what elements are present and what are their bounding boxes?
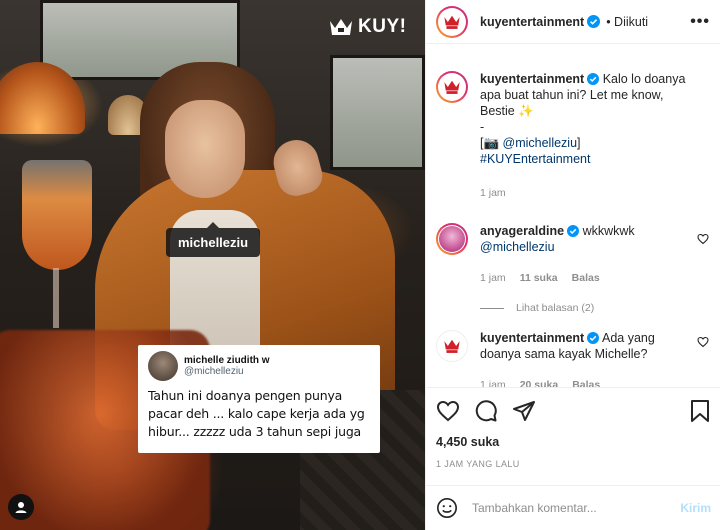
comment-avatar[interactable] — [436, 223, 468, 255]
comments-list[interactable]: kuyentertainment Kalo lo doanya apa buat… — [426, 45, 720, 387]
author-avatar[interactable] — [436, 5, 468, 38]
like-comment-heart-icon[interactable] — [697, 233, 709, 245]
person-face — [165, 100, 245, 198]
view-replies[interactable]: Lihat balasan (2) — [480, 302, 711, 314]
caption-dash: - — [480, 120, 485, 134]
kuy-crown-logo-icon — [444, 15, 460, 29]
emoji-smiley-icon[interactable] — [436, 497, 458, 519]
comment-composer: Tambahkan komentar... Kirim — [426, 485, 720, 530]
comment-bubble-icon[interactable] — [474, 399, 498, 423]
tweet-screenshot: michelle ziudith w @michelleziu Tahun in… — [138, 345, 380, 453]
comment-mention[interactable]: @michelleziu — [480, 240, 555, 254]
replies-divider — [480, 307, 504, 309]
user-tag[interactable]: michelleziu — [166, 222, 261, 257]
caption: kuyentertainment Kalo lo doanya apa buat… — [436, 45, 711, 201]
tweet-author-handle: @michelleziu — [184, 366, 244, 377]
profile-photo — [439, 226, 465, 252]
comment-item: anyageraldine wkkwkwk @michelleziu 1 jam… — [436, 201, 711, 286]
drink-glass — [22, 160, 92, 270]
comment-time[interactable]: 1 jam — [480, 270, 506, 286]
caption-credit-mention[interactable]: @michelleziu — [503, 136, 578, 150]
kuy-crown-logo-icon — [444, 80, 460, 94]
comment-likes[interactable]: 11 suka — [520, 270, 558, 286]
comment-input[interactable]: Tambahkan komentar... — [472, 501, 680, 515]
tweet-text: Tahun ini doanya pengen punya pacar deh … — [148, 388, 365, 439]
save-bookmark-icon[interactable] — [689, 399, 711, 423]
verified-badge-icon — [587, 15, 601, 28]
post-timestamp[interactable]: 1 JAM YANG LALU — [436, 459, 711, 469]
caption-hashtag[interactable]: #KUYEntertainment — [480, 152, 590, 166]
glass-stem — [53, 268, 59, 328]
post-header: kuyentertainment • Diikuti ••• — [426, 0, 720, 44]
comment-likes[interactable]: 20 suka — [520, 377, 559, 387]
more-options-icon[interactable]: ••• — [690, 13, 710, 31]
kuy-watermark: KUY! — [328, 16, 406, 38]
verified-badge-icon — [587, 73, 600, 85]
like-heart-icon[interactable] — [436, 399, 460, 423]
caption-avatar[interactable] — [436, 71, 468, 103]
reply-button[interactable]: Balas — [572, 270, 600, 286]
post-photo[interactable]: KUY! michelleziu michelle ziudith w @mic… — [0, 0, 425, 530]
post-comment-button[interactable]: Kirim — [680, 501, 711, 515]
caption-username[interactable]: kuyentertainment — [480, 72, 584, 86]
kuy-crown-logo-icon — [444, 339, 460, 353]
caption-credit-suffix: ] — [577, 136, 581, 150]
user-icon — [15, 502, 27, 513]
tweet-avatar — [148, 351, 178, 381]
watermark-text: KUY! — [358, 16, 407, 37]
caption-credit-prefix: [📷 — [480, 136, 503, 150]
tweet-author-name: michelle ziudith w — [184, 355, 270, 366]
crown-icon — [330, 19, 352, 35]
comment-time[interactable]: 1 jam — [480, 377, 506, 387]
verified-badge-icon — [567, 225, 580, 237]
verified-badge-icon — [587, 332, 600, 344]
like-comment-heart-icon[interactable] — [697, 336, 709, 348]
view-replies-label[interactable]: Lihat balasan (2) — [516, 302, 594, 314]
post-actions: 4,450 suka 1 JAM YANG LALU — [426, 387, 720, 469]
tagged-users-icon[interactable] — [8, 494, 34, 520]
comment-avatar[interactable] — [436, 330, 468, 362]
header-username[interactable]: kuyentertainment — [480, 15, 584, 29]
comment-item: kuyentertainment Ada yang doanya sama ka… — [436, 314, 711, 387]
post-side-panel: kuyentertainment • Diikuti ••• kuyentert… — [425, 0, 720, 530]
window-frame — [330, 55, 425, 170]
comment-text: wkkwkwk — [582, 224, 635, 238]
comment-username[interactable]: kuyentertainment — [480, 331, 584, 345]
likes-count[interactable]: 4,450 suka — [436, 435, 711, 449]
share-send-icon[interactable] — [512, 399, 536, 423]
follow-status[interactable]: • Diikuti — [606, 15, 648, 29]
caption-time[interactable]: 1 jam — [480, 185, 506, 201]
reply-button[interactable]: Balas — [572, 377, 600, 387]
comment-username[interactable]: anyageraldine — [480, 224, 564, 238]
